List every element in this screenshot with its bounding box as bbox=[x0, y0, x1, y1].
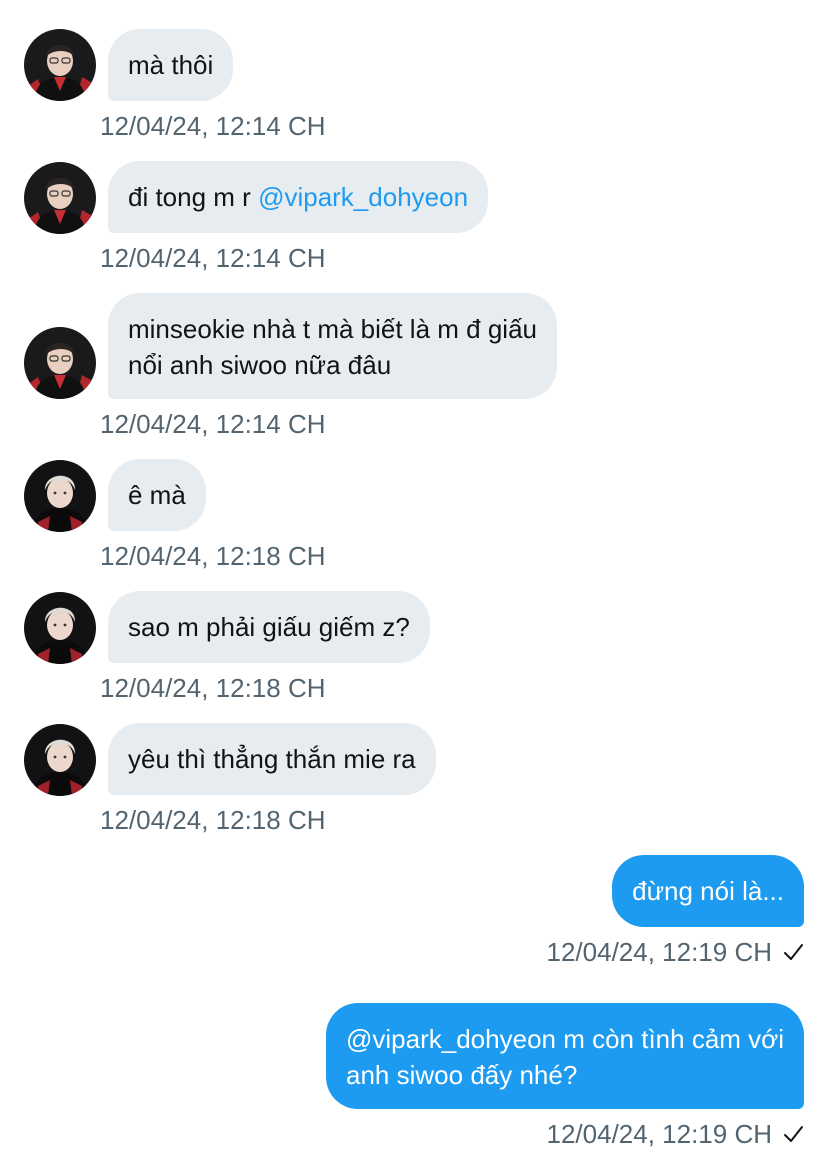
message-bubble[interactable]: sao m phải giấu giếm z? bbox=[108, 591, 430, 663]
avatar-image bbox=[24, 592, 96, 664]
message-text-line: anh siwoo đấy nhé? bbox=[346, 1060, 578, 1090]
avatar[interactable] bbox=[24, 724, 96, 796]
message-text: đừng nói là... bbox=[632, 876, 784, 906]
message-bubble[interactable]: đừng nói là... bbox=[612, 855, 804, 927]
message-text-line: nổi anh siwoo nữa đâu bbox=[128, 350, 392, 380]
message-text: sao m phải giấu giếm z? bbox=[128, 612, 410, 642]
avatar[interactable] bbox=[24, 460, 96, 532]
check-icon bbox=[782, 1123, 804, 1145]
message-timestamp: 12/04/24, 12:14 CH bbox=[100, 409, 326, 439]
check-icon bbox=[782, 941, 804, 963]
message-text: đi tong m r bbox=[128, 182, 259, 212]
avatar-image bbox=[24, 29, 96, 101]
mention-link[interactable]: @vipark_dohyeon bbox=[258, 182, 468, 212]
avatar[interactable] bbox=[24, 29, 96, 101]
message-timestamp: 12/04/24, 12:19 CH bbox=[546, 937, 773, 967]
avatar-image bbox=[24, 724, 96, 796]
message-meta: 12/04/24, 12:19 CH bbox=[547, 937, 805, 967]
message-timestamp: 12/04/24, 12:18 CH bbox=[100, 673, 326, 703]
message-bubble[interactable]: đi tong m r @vipark_dohyeon bbox=[108, 161, 489, 233]
message-text: ê mà bbox=[128, 480, 186, 510]
message-bubble[interactable]: mà thôi bbox=[108, 29, 234, 101]
avatar[interactable] bbox=[24, 327, 96, 399]
message-timestamp: 12/04/24, 12:18 CH bbox=[100, 541, 326, 571]
message-timestamp: 12/04/24, 12:14 CH bbox=[100, 111, 326, 141]
message-text: mà thôi bbox=[128, 50, 214, 80]
message-bubble[interactable]: minseokie nhà t mà biết là m đ giấu nổi … bbox=[108, 293, 557, 399]
dm-conversation: mà thôi 12/04/24, 12:14 CH đi tong m r @… bbox=[0, 0, 828, 1155]
avatar[interactable] bbox=[24, 162, 96, 234]
message-timestamp: 12/04/24, 12:18 CH bbox=[100, 805, 326, 835]
message-text: yêu thì thẳng thắn mie ra bbox=[128, 744, 416, 774]
avatar-image bbox=[24, 327, 96, 399]
message-timestamp: 12/04/24, 12:14 CH bbox=[100, 243, 326, 273]
message-text-line: minseokie nhà t mà biết là m đ giấu bbox=[128, 314, 537, 344]
message-bubble[interactable]: yêu thì thẳng thắn mie ra bbox=[108, 723, 436, 795]
avatar-image bbox=[24, 162, 96, 234]
message-bubble[interactable]: ê mà bbox=[108, 459, 206, 531]
avatar[interactable] bbox=[24, 592, 96, 664]
avatar-image bbox=[24, 460, 96, 532]
message-text-line: @vipark_dohyeon m còn tình cảm với bbox=[346, 1024, 784, 1054]
message-bubble[interactable]: @vipark_dohyeon m còn tình cảm với anh s… bbox=[326, 1003, 804, 1109]
message-timestamp: 12/04/24, 12:19 CH bbox=[546, 1119, 773, 1149]
message-meta: 12/04/24, 12:19 CH bbox=[547, 1119, 805, 1149]
